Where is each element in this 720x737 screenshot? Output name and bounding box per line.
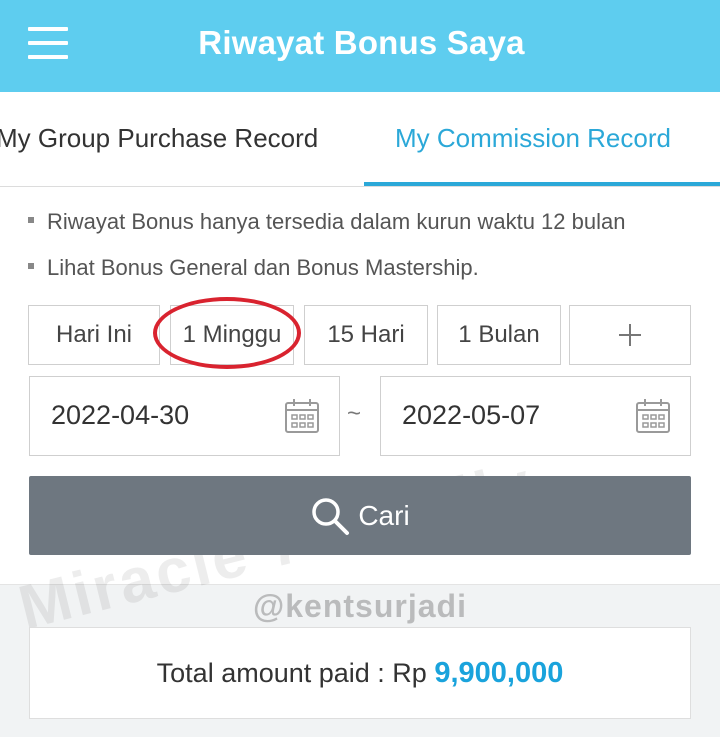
bullet-icon <box>28 217 34 224</box>
search-icon <box>312 497 350 535</box>
info-note-text: Riwayat Bonus hanya tersedia dalam kurun… <box>47 209 626 234</box>
tab-commission-record[interactable]: My Commission Record <box>395 92 671 186</box>
record-tabs: My Group Purchase Record My Commission R… <box>0 92 720 187</box>
period-1-month-button[interactable]: 1 Bulan <box>437 305 561 365</box>
total-paid-summary: Total amount paid : Rp 9,900,000 <box>29 627 691 719</box>
search-button[interactable]: Cari <box>29 476 691 555</box>
more-periods-button[interactable] <box>569 305 691 365</box>
total-paid-label: Total amount paid : Rp <box>156 658 435 688</box>
page-title: Riwayat Bonus Saya <box>198 24 525 61</box>
total-paid-amount: 9,900,000 <box>434 657 564 689</box>
calendar-icon[interactable] <box>635 398 671 434</box>
plus-icon <box>619 324 641 346</box>
social-handle-watermark: @kentsurjadi <box>253 588 467 624</box>
end-date-value: 2022-05-07 <box>402 400 541 430</box>
start-date-value: 2022-04-30 <box>51 400 190 430</box>
app-header: Riwayat Bonus Saya <box>0 0 720 92</box>
info-note: Lihat Bonus General dan Bonus Mastership… <box>28 255 479 281</box>
period-15-days-button[interactable]: 15 Hari <box>304 305 428 365</box>
start-date-field[interactable]: 2022-04-30 <box>29 376 340 456</box>
active-tab-indicator <box>364 182 720 186</box>
info-note-text: Lihat Bonus General dan Bonus Mastership… <box>47 255 479 280</box>
calendar-icon[interactable] <box>284 398 320 434</box>
filter-panel: Riwayat Bonus hanya tersedia dalam kurun… <box>0 187 720 643</box>
tab-group-purchase-record[interactable]: My Group Purchase Record <box>0 92 318 186</box>
period-today-button[interactable]: Hari Ini <box>28 305 160 365</box>
period-1-week-button[interactable]: 1 Minggu <box>170 305 294 365</box>
date-range-separator: ~ <box>347 400 362 427</box>
end-date-field[interactable]: 2022-05-07 <box>380 376 691 456</box>
info-note: Riwayat Bonus hanya tersedia dalam kurun… <box>28 209 625 235</box>
search-button-label: Cari <box>358 499 410 531</box>
bullet-icon <box>28 263 34 270</box>
